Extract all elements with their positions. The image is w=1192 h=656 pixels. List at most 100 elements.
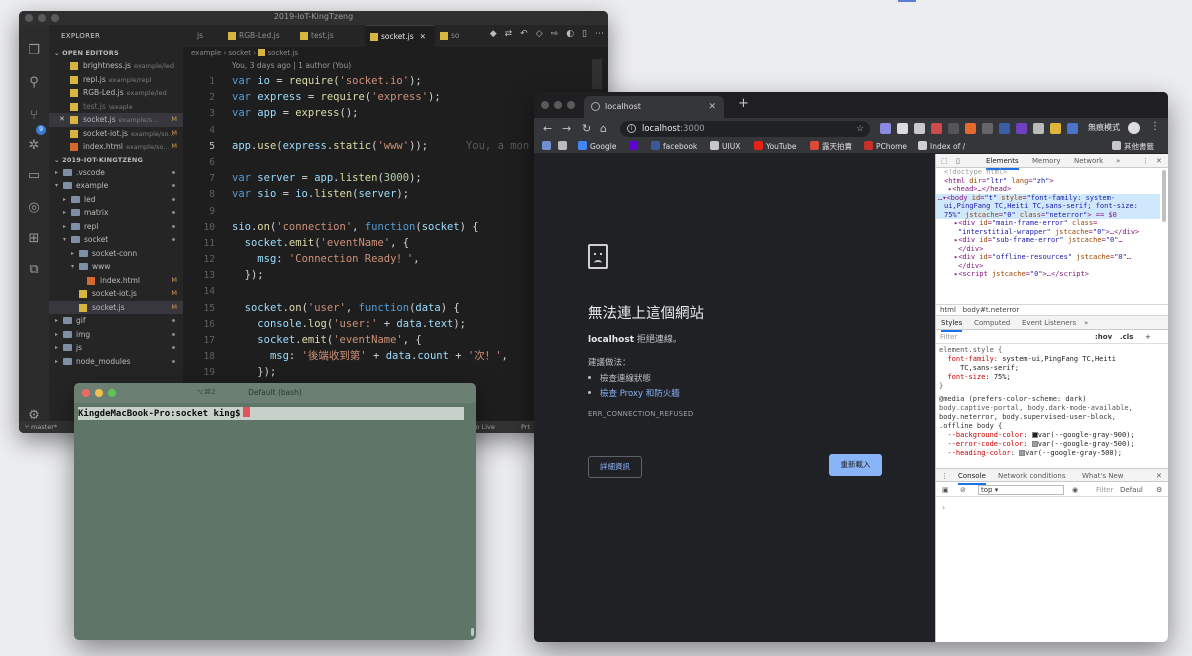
tree-folder[interactable]: ▾ socket xyxy=(49,233,183,247)
device-toolbar-icon[interactable]: ▯ xyxy=(956,154,960,168)
incognito-icon[interactable] xyxy=(1128,122,1140,134)
menu-kebab-icon[interactable]: ⋮ xyxy=(1150,121,1160,132)
bookmark-pchome[interactable]: PChome xyxy=(864,141,907,153)
extension-icon[interactable] xyxy=(999,123,1010,134)
split-editor-icon[interactable]: ▯ xyxy=(582,29,587,39)
terminal-prompt-line[interactable]: KingdeMacBook-Pro:socket king$ xyxy=(78,407,464,420)
extension-icon[interactable] xyxy=(931,123,942,134)
tree-folder[interactable]: ▸ repl xyxy=(49,220,183,234)
tab-whats-new[interactable]: What's New xyxy=(1082,469,1123,483)
reload-icon[interactable]: ↻ xyxy=(582,122,591,135)
styles-pane[interactable]: element.style { font-family: system-ui,P… xyxy=(936,346,1160,464)
sidebar-toggle-icon[interactable]: ▣ xyxy=(942,483,949,497)
debug-icon[interactable]: ✲ xyxy=(26,138,42,154)
remote-icon[interactable]: ⧉ xyxy=(26,262,42,278)
extension-icon[interactable] xyxy=(914,123,925,134)
browser-tab-localhost[interactable]: localhost ✕ xyxy=(584,96,724,118)
previous-change-icon[interactable]: ◇ xyxy=(536,29,543,39)
bookmark-facebook[interactable]: facebook xyxy=(651,141,697,153)
files-icon[interactable]: ❐ xyxy=(26,43,42,59)
styles-filter-input[interactable]: Filter :hov .cls + xyxy=(936,330,1168,344)
tree-folder[interactable]: ▸ matrix xyxy=(49,206,183,220)
bookmark-star-icon[interactable]: ☆ xyxy=(856,121,864,137)
open-editor-item[interactable]: ✕ socket.js example/s... M xyxy=(49,113,183,127)
tree-folder[interactable]: ▾ www xyxy=(49,260,183,274)
tab-socket[interactable]: socket.js ✕ xyxy=(365,25,435,47)
tab-test[interactable]: test.js xyxy=(295,25,365,47)
new-rule-icon[interactable]: + xyxy=(1145,330,1151,344)
compare-icon[interactable]: ⇄ xyxy=(505,29,513,39)
open-editor-item[interactable]: index.html example/so... M xyxy=(49,140,183,154)
reload-button[interactable]: 重新載入 xyxy=(829,454,882,476)
tree-file[interactable]: socket-iot.js M xyxy=(49,287,183,301)
extension-icon[interactable] xyxy=(1016,123,1027,134)
close-icon[interactable]: ✕ xyxy=(59,113,65,127)
console-filter-input[interactable]: Filter xyxy=(1096,483,1113,497)
bookmark-youtube[interactable]: YouTube xyxy=(754,141,797,153)
dom-scrollbar[interactable] xyxy=(1162,170,1166,222)
extension-icon[interactable] xyxy=(965,123,976,134)
branch-status[interactable]: ⑂ master* xyxy=(25,423,57,431)
git-graph-icon[interactable]: ◎ xyxy=(26,200,42,216)
eye-icon[interactable]: ◉ xyxy=(1072,483,1078,497)
close-icon[interactable]: ✕ xyxy=(420,32,426,41)
apps-icon[interactable] xyxy=(542,141,554,153)
tree-folder[interactable]: ▸ socket-conn xyxy=(49,247,183,261)
open-changes-icon[interactable]: ◆ xyxy=(490,29,497,39)
open-editor-item[interactable]: RGB-Led.js example/led xyxy=(49,86,183,100)
console-settings-icon[interactable]: ⚙ xyxy=(1156,483,1162,497)
next-change-icon[interactable]: ⇨ xyxy=(551,29,559,39)
tab-network-conditions[interactable]: Network conditions xyxy=(998,469,1065,483)
tree-folder[interactable]: ▸ js xyxy=(49,341,183,355)
tree-folder[interactable]: ▸ .vscode xyxy=(49,166,183,180)
tree-file[interactable]: socket.js M xyxy=(49,300,183,314)
source-control-icon[interactable]: ⑂ xyxy=(26,108,42,124)
clear-console-icon[interactable]: ⊘ xyxy=(960,483,966,497)
tab-network[interactable]: Network xyxy=(1074,154,1103,168)
bookmark-uiux[interactable]: UIUX xyxy=(710,141,740,153)
incognito-label[interactable]: 無痕模式 xyxy=(1088,122,1120,133)
open-editor-item[interactable]: repl.js example/repl xyxy=(49,73,183,87)
tab-js[interactable]: js xyxy=(183,25,223,47)
tab-rgb-led[interactable]: RGB-Led.js xyxy=(223,25,295,47)
terminal-window[interactable]: ⌥⌘2 Default (bash) KingdeMacBook-Pro:soc… xyxy=(74,383,476,640)
yahoo-icon[interactable] xyxy=(629,141,641,153)
tab-computed[interactable]: Computed xyxy=(974,316,1010,330)
terminal-scrollbar[interactable] xyxy=(471,628,474,636)
bookmark-other[interactable]: 其他書籤 xyxy=(1112,141,1154,153)
drawer-menu-icon[interactable]: ⋮ xyxy=(941,469,948,483)
window-controls[interactable] xyxy=(541,101,575,109)
open-editor-item[interactable]: brightness.js example/led xyxy=(49,59,183,73)
prettier-status[interactable]: Prt xyxy=(521,421,530,433)
codelens-blame[interactable]: You, 3 days ago | 1 author (You) xyxy=(183,59,608,73)
inspect-icon[interactable]: ⬚ xyxy=(941,154,948,168)
tree-folder[interactable]: ▸ gif xyxy=(49,314,183,328)
close-drawer-icon[interactable]: ✕ xyxy=(1156,469,1162,483)
search-icon[interactable]: ⚲ xyxy=(26,75,42,91)
open-editors-header[interactable]: ⌄ OPEN EDITORS xyxy=(49,47,183,59)
bookmark-index[interactable]: Index of / xyxy=(918,141,965,153)
extension-icon[interactable] xyxy=(1050,123,1061,134)
bookmark-ruten[interactable]: 露天拍賣 xyxy=(810,141,852,153)
tree-folder[interactable]: ▾ example xyxy=(49,179,183,193)
open-editor-item[interactable]: socket-iot.js example/so... M xyxy=(49,127,183,141)
extension-icon[interactable] xyxy=(948,123,959,134)
new-tab-button[interactable]: + xyxy=(738,96,749,111)
extension-icon[interactable] xyxy=(1067,123,1078,134)
devtools-menu-icon[interactable]: ⋮ xyxy=(1142,154,1149,168)
tree-file[interactable]: index.html M xyxy=(49,274,183,288)
suggestion-link[interactable]: 檢查 Proxy 和防火牆 xyxy=(588,387,680,399)
close-tab-icon[interactable]: ✕ xyxy=(708,96,716,118)
toggle-icon[interactable]: ◐ xyxy=(566,29,574,39)
extension-icon[interactable] xyxy=(897,123,908,134)
image-bookmark-icon[interactable] xyxy=(558,141,570,153)
tab-event-listeners[interactable]: Event Listeners xyxy=(1022,316,1076,330)
address-bar[interactable]: i localhost:3000 ☆ xyxy=(620,121,870,137)
dom-tree[interactable]: <!doctype html> <html dir="ltr" lang="zh… xyxy=(936,168,1160,304)
class-toggle[interactable]: .cls xyxy=(1120,330,1133,344)
open-editor-item[interactable]: test.js \exaple xyxy=(49,100,183,114)
log-levels-select[interactable]: Defaul xyxy=(1120,483,1143,497)
extension-icon[interactable] xyxy=(982,123,993,134)
minimap[interactable] xyxy=(592,59,602,89)
details-button[interactable]: 詳細資訊 xyxy=(588,456,642,478)
